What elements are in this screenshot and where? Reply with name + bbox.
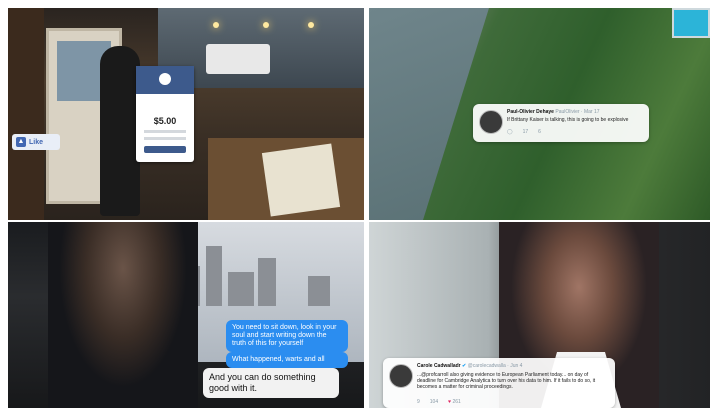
like-count: 261 [452,399,461,405]
video-frame-car-messages: You need to sit down, look in your soul … [8,222,364,408]
message-bubble-outgoing: What happened, warts and all [226,352,348,368]
video-frame-car-man: Carole Cadwalladr ✔ @carolecadwalla · Ju… [369,222,710,408]
tweet-author: Carole Cadwalladr ✔ @carolecadwalla · Ju… [417,363,522,369]
lamp-light [263,22,269,28]
tweet-author-name: Carole Cadwalladr [417,363,461,369]
merchant-logo-icon [159,73,171,85]
building [228,272,254,306]
pay-button[interactable] [144,146,186,153]
tweet-author: Paul-Olivier Dehaye PaulOlivier · Mar 17 [507,109,600,115]
tweet-actions: 9 104 ♥ 261 [417,399,461,405]
like-control[interactable]: ♥ 261 [448,399,461,405]
tweet-author-name: Paul-Olivier Dehaye [507,109,554,115]
payment-amount: $5.00 [153,116,177,126]
lamp-light [308,22,314,28]
building [308,276,330,306]
avatar [389,364,413,388]
verified-icon: ✔ [462,363,467,369]
video-frame-cafe: $5.00 ▲ Like [8,8,364,220]
river [369,8,489,220]
avatar [479,110,503,134]
tweet-text: If Brittany Kaiser is talking, this is g… [507,117,629,123]
tweet-handle: PaulOlivier · Mar 17 [555,109,600,115]
payment-card-header [136,66,194,94]
heart-icon: ♥ [448,399,452,405]
shelf [8,8,44,220]
person-silhouette [100,46,140,216]
paper-sheet [261,143,341,217]
payment-card-overlay: $5.00 [136,66,194,162]
retweet-count: 17 [522,129,529,135]
reply-count: 9 [417,399,420,405]
retweet-count: 104 [429,399,439,405]
message-bubble-outgoing: You need to sit down, look in your soul … [226,320,348,352]
tweet-card: Paul-Olivier Dehaye PaulOlivier · Mar 17… [473,104,649,142]
lamp-light [213,22,219,28]
tweet-handle: @carolecadwalla · Jun 4 [467,363,523,369]
like-count: 6 [538,129,541,135]
tweet-card: Carole Cadwalladr ✔ @carolecadwalla · Ju… [383,358,615,408]
tweet-actions: ◯ 17 6 [507,129,541,135]
man-looking-at-phone [48,222,198,408]
placeholder-line [144,130,186,133]
thumbs-up-icon: ▲ [16,137,26,147]
van [206,44,270,74]
video-frame-aerial: Paul-Olivier Dehaye PaulOlivier · Mar 17… [369,8,710,220]
message-bubble-incoming: And you can do something good with it. [203,368,339,398]
placeholder-line [144,137,186,140]
reply-icon[interactable]: ◯ [507,129,513,135]
building [206,246,222,306]
building [258,258,276,306]
swimming-pool [672,8,710,38]
like-label: Like [29,138,44,146]
tweet-text: ...@profcarroll also giving evidence to … [417,372,596,390]
like-button[interactable]: ▲ Like [12,134,60,150]
